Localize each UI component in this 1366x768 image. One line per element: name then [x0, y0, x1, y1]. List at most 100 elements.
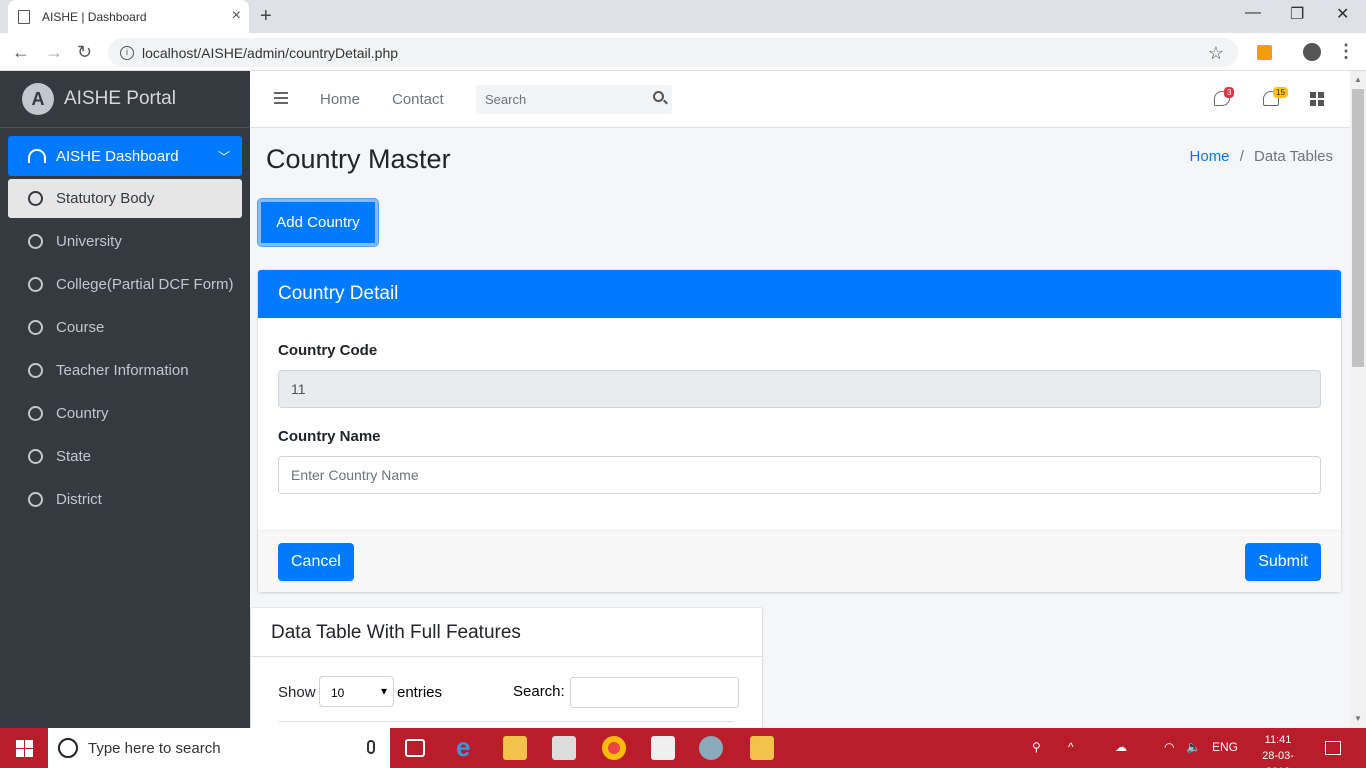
add-country-button[interactable]: Add Country	[258, 199, 378, 246]
data-table-title: Data Table With Full Features	[251, 608, 762, 657]
action-center-icon[interactable]	[1325, 741, 1341, 755]
onedrive-icon[interactable]: ☁	[1115, 740, 1127, 754]
country-code-field[interactable]	[278, 370, 1321, 408]
browser-tab-strip: AISHE | Dashboard × + — ❐ ✕	[0, 0, 1366, 33]
top-navbar: Home Contact Search 3 15	[250, 71, 1350, 128]
messages-icon[interactable]: 3	[1214, 87, 1235, 106]
country-code-label: Country Code	[278, 342, 378, 359]
notifications-badge: 15	[1273, 87, 1288, 98]
circle-icon	[28, 234, 43, 249]
language-indicator[interactable]: ENG	[1212, 740, 1238, 754]
notifications-bell-icon[interactable]: 15	[1263, 87, 1288, 106]
brand-link[interactable]: A AISHE Portal	[0, 71, 250, 128]
sidebar-item-teacher-information[interactable]: Teacher Information	[8, 351, 242, 390]
sidebar-item-statutory-body[interactable]: Statutory Body	[8, 179, 242, 218]
circle-icon	[28, 449, 43, 464]
minimize-icon[interactable]: —	[1245, 4, 1261, 22]
restore-icon[interactable]: ❐	[1290, 4, 1304, 24]
store-icon[interactable]	[552, 736, 576, 760]
entries-label: entries	[397, 684, 443, 701]
volume-icon[interactable]: 🔈	[1186, 740, 1201, 754]
taskbar-search-input[interactable]: Type here to search	[48, 728, 390, 768]
country-name-label: Country Name	[278, 428, 381, 445]
extension-icon[interactable]	[1257, 45, 1272, 60]
people-icon[interactable]: ⚲	[1032, 740, 1041, 754]
mail-icon[interactable]	[651, 736, 675, 760]
chrome-icon[interactable]	[602, 736, 626, 760]
cancel-button[interactable]: Cancel	[278, 543, 354, 581]
scrollbar-thumb[interactable]	[1352, 89, 1364, 367]
file-explorer-icon[interactable]	[503, 736, 527, 760]
nav-contact-link[interactable]: Contact	[392, 91, 444, 108]
tab-title: AISHE | Dashboard	[42, 9, 147, 24]
reload-icon[interactable]: ↻	[77, 42, 92, 63]
apps-grid-icon[interactable]	[1310, 92, 1324, 106]
breadcrumb-separator: /	[1239, 148, 1244, 165]
url-field[interactable]: i localhost/AISHE/admin/countryDetail.ph…	[108, 38, 1238, 67]
circle-icon	[28, 363, 43, 378]
sidebar-item-dashboard[interactable]: AISHE Dashboard ﹀	[8, 136, 242, 176]
sidebar-item-label: College(Partial DCF Form)	[56, 276, 234, 293]
card-footer: Cancel Submit	[258, 530, 1341, 592]
scroll-down-icon[interactable]: ▼	[1354, 714, 1362, 723]
sidebar-item-label: AISHE Dashboard	[56, 147, 179, 165]
site-info-icon[interactable]: i	[120, 45, 134, 60]
scroll-up-icon[interactable]: ▲	[1354, 75, 1362, 84]
folder-icon[interactable]	[750, 736, 774, 760]
sidebar-item-label: Statutory Body	[56, 190, 155, 207]
sidebar-item-state[interactable]: State	[8, 437, 242, 476]
breadcrumb-current: Data Tables	[1254, 148, 1333, 165]
sidebar-item-course[interactable]: Course	[8, 308, 242, 347]
brand-logo: A	[22, 83, 54, 115]
circle-icon	[28, 191, 43, 206]
table-header	[278, 721, 734, 728]
sidebar-item-label: Course	[56, 319, 105, 336]
breadcrumb-home[interactable]: Home	[1190, 148, 1230, 165]
sidebar-item-college[interactable]: College(Partial DCF Form)	[8, 265, 242, 304]
clock[interactable]: 11:41 28-03-2019	[1250, 732, 1306, 768]
address-bar: ← → ↻ i localhost/AISHE/admin/countryDet…	[0, 33, 1366, 71]
paint-icon[interactable]	[699, 736, 723, 760]
dashboard-icon	[28, 149, 46, 163]
logo-letter: A	[31, 88, 45, 109]
taskbar: Type here to search e ⚲ ^ ☁ ◠ 🔈 ENG 11:4…	[0, 728, 1366, 768]
task-view-icon[interactable]	[405, 739, 425, 757]
window-close-icon[interactable]: ✕	[1336, 4, 1349, 24]
navbar-search-input[interactable]: Search	[476, 85, 672, 114]
forward-icon[interactable]: →	[45, 42, 63, 63]
nav-home-link[interactable]: Home	[320, 91, 360, 108]
sidebar: A AISHE Portal AISHE Dashboard ﹀ Statuto…	[0, 71, 250, 728]
tab-close-icon[interactable]: ×	[232, 8, 241, 24]
browser-tab[interactable]: AISHE | Dashboard ×	[8, 0, 249, 33]
sidebar-item-country[interactable]: Country	[8, 394, 242, 433]
navbar-search-placeholder: Search	[485, 92, 527, 107]
profile-icon[interactable]	[1303, 43, 1321, 61]
country-name-field[interactable]	[278, 456, 1321, 494]
data-table-card: Data Table With Full Features Show 10 en…	[251, 608, 762, 728]
url-text: localhost/AISHE/admin/countryDetail.php	[142, 44, 399, 61]
back-icon[interactable]: ←	[12, 42, 30, 63]
show-label: Show	[278, 684, 316, 701]
new-tab-button[interactable]: +	[260, 5, 272, 28]
browser-menu-icon[interactable]: ⋮	[1337, 41, 1355, 62]
windows-start-icon[interactable]	[16, 740, 33, 757]
circle-icon	[28, 320, 43, 335]
wifi-icon[interactable]: ◠	[1164, 740, 1174, 754]
table-search-input[interactable]	[570, 677, 739, 708]
entries-value: 10	[331, 686, 345, 700]
entries-select[interactable]: 10	[319, 676, 394, 707]
sidebar-item-district[interactable]: District	[8, 480, 242, 519]
edge-icon[interactable]: e	[456, 732, 480, 762]
sidebar-item-label: Teacher Information	[56, 362, 189, 379]
page-scrollbar[interactable]: ▲ ▼	[1350, 71, 1366, 728]
bookmark-star-icon[interactable]: ☆	[1208, 43, 1224, 64]
submit-button[interactable]: Submit	[1245, 543, 1321, 581]
circle-icon	[28, 406, 43, 421]
sidebar-item-label: District	[56, 491, 102, 508]
microphone-icon[interactable]	[367, 740, 375, 754]
sidebar-submenu: Statutory Body University College(Partia…	[8, 179, 242, 523]
hamburger-menu-icon[interactable]	[274, 92, 288, 104]
search-icon[interactable]	[653, 91, 664, 102]
tray-chevron-icon[interactable]: ^	[1068, 740, 1074, 754]
sidebar-item-university[interactable]: University	[8, 222, 242, 261]
